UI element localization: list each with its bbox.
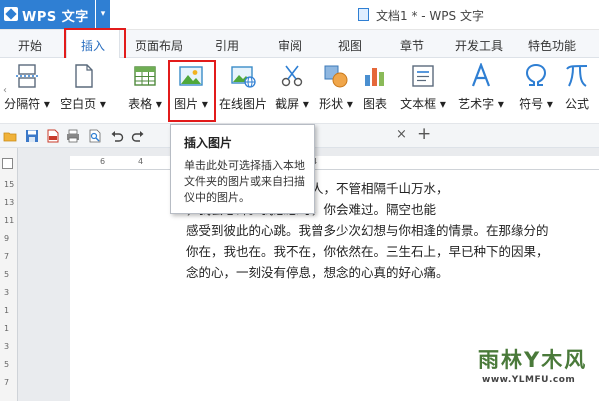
tab-references[interactable]: 引用 <box>215 37 239 54</box>
vruler-label: 7 <box>4 378 10 387</box>
app-label: WPS 文字 <box>22 10 89 25</box>
tab-developer[interactable]: 开发工具 <box>455 37 503 54</box>
tab-sections[interactable]: 章节 <box>400 37 424 54</box>
chart-icon <box>365 68 384 86</box>
online-picture-label: 在线图片 <box>218 97 267 111</box>
shape-label: 形状 ▾ <box>319 97 353 111</box>
shape-icon <box>324 65 348 88</box>
tab-home[interactable]: 开始 <box>18 37 42 54</box>
symbol-label: 符号 ▾ <box>519 97 553 111</box>
separator-icon <box>16 64 38 88</box>
textbox-button[interactable]: 文本框 ▾ <box>397 60 449 120</box>
horizontal-ruler: 6 4 2 2 4 <box>70 156 599 170</box>
picture-icon <box>179 66 203 86</box>
close-tab-icon[interactable]: × <box>396 127 407 142</box>
screenshot-label: 截屏 ▾ <box>275 97 309 111</box>
blank-page-button[interactable]: 空白页 ▾ <box>58 60 108 120</box>
document-icon <box>358 8 369 21</box>
vruler-label: 7 <box>4 252 10 261</box>
formula-label: 公式 <box>564 97 589 111</box>
hruler-label: 4 <box>138 157 144 166</box>
print-preview-icon[interactable] <box>88 129 102 143</box>
wordart-icon <box>471 63 491 87</box>
site-watermark: 雨林Y木风 www.YLMFU.com <box>472 342 596 398</box>
picture-label: 图片 ▾ <box>174 97 208 111</box>
chart-label: 图表 <box>362 97 387 111</box>
vruler-label: 9 <box>4 234 10 243</box>
blank-page-label: 空白页 ▾ <box>60 97 106 111</box>
vruler-label: 5 <box>4 270 10 279</box>
vruler-label: 3 <box>4 288 10 297</box>
wordart-button[interactable]: 艺术字 ▾ <box>453 60 509 120</box>
tab-review[interactable]: 审阅 <box>278 37 302 54</box>
screenshot-icon <box>281 65 303 87</box>
textbox-icon <box>412 65 434 87</box>
app-menu-dropdown-icon[interactable]: ▾ <box>96 0 110 29</box>
hruler-label: 6 <box>100 157 106 166</box>
watermark-text: 雨林Y木风 <box>478 348 588 372</box>
undo-icon[interactable] <box>110 129 124 143</box>
tooltip-title: 插入图片 <box>184 136 233 150</box>
vruler-label: 15 <box>4 180 15 189</box>
wordart-label: 艺术字 ▾ <box>458 97 504 111</box>
textbox-label: 文本框 ▾ <box>400 97 446 111</box>
symbol-icon <box>525 63 547 86</box>
wps-logo-icon <box>4 7 18 21</box>
vruler-label: 1 <box>4 324 10 333</box>
ruler-corner-tab-icon[interactable] <box>2 158 13 169</box>
watermark-url: www.YLMFU.com <box>482 375 576 385</box>
table-icon <box>134 66 156 86</box>
table-button[interactable]: 表格 ▾ <box>124 60 166 120</box>
save-icon[interactable] <box>25 129 39 143</box>
vruler-label: 5 <box>4 360 10 369</box>
insert-picture-tooltip: 插入图片 单击此处可选择插入本地文件夹的图片或来自扫描仪中的图片。 <box>170 124 315 214</box>
chart-button[interactable]: 图表 <box>358 60 392 120</box>
redo-icon[interactable] <box>131 129 145 143</box>
symbol-button[interactable]: 符号 ▾ <box>515 60 557 120</box>
print-icon[interactable] <box>66 129 80 143</box>
vruler-label: 11 <box>4 216 15 225</box>
tab-page-layout[interactable]: 页面布局 <box>135 37 183 54</box>
open-folder-icon[interactable] <box>3 129 17 143</box>
blank-page-icon <box>75 64 93 88</box>
formula-icon <box>566 65 588 87</box>
tab-special-features[interactable]: 特色功能 <box>528 37 576 54</box>
screenshot-button[interactable]: 截屏 ▾ <box>271 60 313 120</box>
vruler-label: 3 <box>4 342 10 351</box>
online-picture-button[interactable]: 在线图片 <box>217 60 269 120</box>
vertical-ruler: 15 13 11 9 7 5 3 1 1 3 5 7 <box>0 148 18 401</box>
new-tab-icon[interactable]: + <box>417 124 431 144</box>
separator-button[interactable]: 分隔符 ▾ <box>0 60 54 120</box>
formula-button[interactable]: 公式 <box>560 60 594 120</box>
insert-ribbon: ‹ 分隔符 ▾ 空白页 ▾ 表格 ▾ 图片 ▾ 在线图片 截屏 ▾ 形状 ▾ 图… <box>0 58 599 124</box>
shape-button[interactable]: 形状 ▾ <box>315 60 357 120</box>
vruler-label: 13 <box>4 198 15 207</box>
menu-tab-bar: 开始 插入 页面布局 引用 审阅 视图 章节 开发工具 特色功能 <box>0 30 599 59</box>
export-pdf-icon[interactable] <box>46 129 60 143</box>
vruler-label: 1 <box>4 306 10 315</box>
table-label: 表格 ▾ <box>128 97 162 111</box>
insert-picture-button[interactable]: 图片 ▾ <box>170 60 212 120</box>
separator-label: 分隔符 ▾ <box>4 97 50 111</box>
title-bar: WPS 文字 ▾ 文档1 * - WPS 文字 <box>0 0 599 30</box>
tooltip-body: 单击此处可选择插入本地文件夹的图片或来自扫描仪中的图片。 <box>184 159 305 204</box>
tab-view[interactable]: 视图 <box>338 37 362 54</box>
wps-app-menu-button[interactable]: WPS 文字 <box>0 0 95 29</box>
window-title: 文档1 * - WPS 文字 <box>376 9 484 23</box>
online-picture-icon <box>231 66 256 88</box>
tab-insert[interactable]: 插入 <box>66 30 121 59</box>
